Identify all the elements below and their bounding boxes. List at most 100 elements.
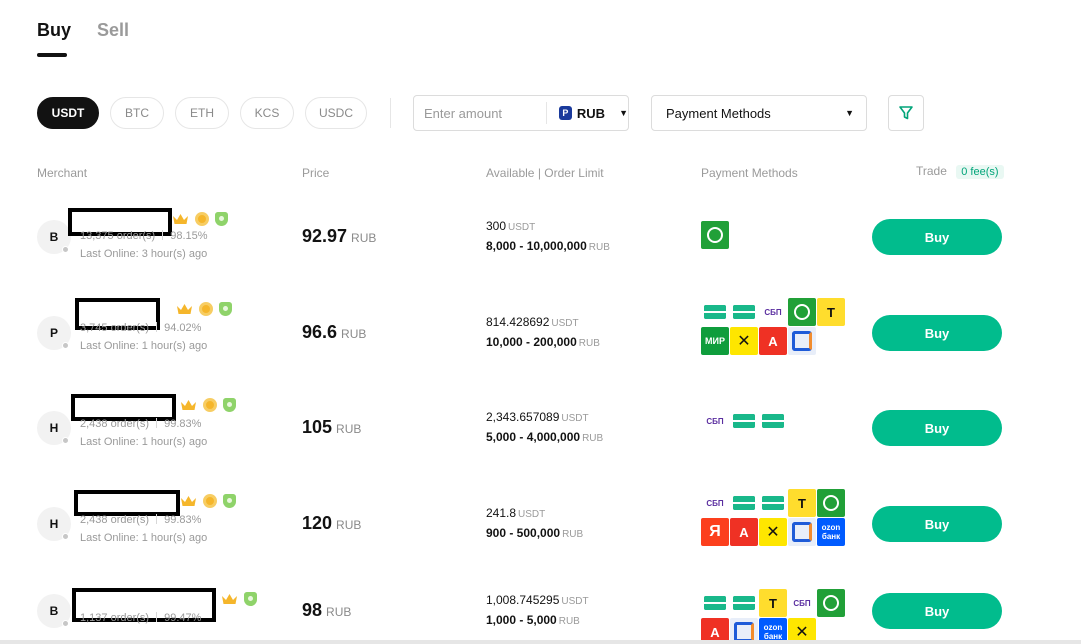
order-limit: 10,000 - 200,000 RUB xyxy=(486,335,600,349)
avatar-initial: P xyxy=(49,326,58,340)
price-currency: RUB xyxy=(351,231,377,245)
crown-icon xyxy=(222,594,237,604)
available-unit: USDT xyxy=(508,222,536,233)
merchant-avatar[interactable]: B xyxy=(37,220,71,254)
tab-buy[interactable]: Buy xyxy=(37,20,71,58)
price: 105 RUB xyxy=(302,417,361,438)
currency-dropdown-icon[interactable]: ▼ xyxy=(619,108,628,118)
price-value: 105 xyxy=(302,417,333,437)
last-online: Last Online: 1 hour(s) ago xyxy=(80,532,208,544)
avatar-initial: H xyxy=(49,517,59,531)
available-value: 1,008.745295 xyxy=(486,593,560,607)
sbp-payment-icon: СБП xyxy=(706,416,724,426)
buy-button[interactable]: Buy xyxy=(872,410,1002,446)
tink-payment-icon: T xyxy=(817,298,845,326)
limit-unit: RUB xyxy=(578,338,600,349)
merchant-name-redacted[interactable] xyxy=(74,490,180,516)
card-payment-icon xyxy=(730,298,758,326)
limit-value: 10,000 - 200,000 xyxy=(486,335,577,349)
buy-button[interactable]: Buy xyxy=(872,219,1002,255)
ruble-icon: P xyxy=(558,106,572,120)
merchant-row: B 13,375 order(s) 98.15% Last Online: 3 h… xyxy=(0,190,1081,286)
currency-label: RUB xyxy=(576,105,606,121)
merchant-name-redacted[interactable] xyxy=(71,394,176,421)
merchant-badges xyxy=(176,302,232,316)
available-amount: 2,343.657089 USDT xyxy=(486,410,589,424)
coin-usdt-chip[interactable]: USDT xyxy=(37,97,99,129)
completion-rate: 99.47% xyxy=(164,612,202,624)
limit-value: 1,000 - 5,000 xyxy=(486,613,557,627)
limit-unit: RUB xyxy=(562,529,584,540)
merchant-row: P 3,745 order(s) 94.02% Last Online: 1 ho… xyxy=(0,286,1081,382)
online-status-dot xyxy=(62,620,69,627)
crown-icon xyxy=(177,304,192,314)
merchant-avatar[interactable]: H xyxy=(37,507,71,541)
order-count: 2,438 order(s) xyxy=(80,418,150,430)
limit-unit: RUB xyxy=(588,242,610,253)
payment-method-icons: СБП xyxy=(701,407,851,435)
tink-payment-icon: T xyxy=(759,589,787,617)
card-payment-icon xyxy=(701,589,729,617)
available-amount: 814.428692 USDT xyxy=(486,315,579,329)
payment-method-icons: СБП T Я А ✕ ozon банк xyxy=(701,489,851,546)
column-available: Available | Order Limit xyxy=(486,166,604,180)
gold-coin-icon xyxy=(203,494,217,508)
filter-button[interactable] xyxy=(888,95,924,131)
available-value: 300 xyxy=(486,219,507,233)
limit-unit: RUB xyxy=(582,433,604,444)
merchant-avatar[interactable]: P xyxy=(37,316,71,350)
order-limit: 1,000 - 5,000 RUB xyxy=(486,613,580,627)
price-currency: RUB xyxy=(326,605,352,619)
trade-side-tabs: Buy Sell xyxy=(37,20,129,58)
buy-button[interactable]: Buy xyxy=(872,506,1002,542)
tab-sell[interactable]: Sell xyxy=(97,20,129,58)
coin-kcs-chip[interactable]: KCS xyxy=(240,97,294,129)
sber-payment-icon xyxy=(701,221,729,249)
order-limit: 5,000 - 4,000,000 RUB xyxy=(486,430,603,444)
verified-shield-icon xyxy=(223,398,236,412)
merchant-avatar[interactable]: H xyxy=(37,411,71,445)
price-value: 120 xyxy=(302,513,333,533)
payment-methods-select[interactable]: Payment Methods ▼ xyxy=(651,95,867,131)
sbp-payment-icon: СБП xyxy=(764,307,782,317)
buy-button[interactable]: Buy xyxy=(872,593,1002,629)
merchant-badges xyxy=(221,592,257,606)
buy-button[interactable]: Buy xyxy=(872,315,1002,351)
coin-eth-chip[interactable]: ETH xyxy=(175,97,229,129)
completion-rate: 94.02% xyxy=(164,322,202,334)
merchant-avatar[interactable]: B xyxy=(37,594,71,628)
amount-input[interactable] xyxy=(424,105,536,121)
available-amount: 300 USDT xyxy=(486,219,535,233)
last-online: Last Online: 1 hour(s) ago xyxy=(80,340,208,352)
order-count: 1,137 order(s) xyxy=(80,612,150,624)
merchant-badges xyxy=(180,494,236,508)
merchant-stats: 2,438 order(s) 99.83% xyxy=(80,418,201,430)
payment-method-icons xyxy=(701,221,851,249)
sber-payment-icon xyxy=(817,489,845,517)
coin-btc-chip[interactable]: BTC xyxy=(110,97,164,129)
order-count: 13,375 order(s) xyxy=(80,230,156,242)
amount-divider xyxy=(546,102,547,124)
order-count: 2,438 order(s) xyxy=(80,514,150,526)
available-amount: 1,008.745295 USDT xyxy=(486,593,589,607)
limit-value: 900 - 500,000 xyxy=(486,526,561,540)
available-unit: USDT xyxy=(551,318,579,329)
limit-unit: RUB xyxy=(558,616,580,627)
payment-method-icons: T СБП Аozon банк ✕ xyxy=(701,589,851,644)
merchant-stats: 2,438 order(s) 99.83% xyxy=(80,514,201,526)
column-trade: Trade 0 fee(s) xyxy=(916,164,1004,179)
avatar-initial: B xyxy=(49,604,59,618)
order-limit: 8,000 - 10,000,000 RUB xyxy=(486,239,610,253)
online-status-dot xyxy=(62,246,69,253)
coin-usdc-chip[interactable]: USDC xyxy=(305,97,367,129)
available-value: 241.8 xyxy=(486,506,517,520)
filter-toolbar: USDT BTC ETH KCS USDC P RUB ▼ Payment Me… xyxy=(37,95,937,131)
merchant-stats: 1,137 order(s) 99.47% xyxy=(80,612,201,624)
page-bottom-border xyxy=(0,640,1081,644)
limit-value: 5,000 - 4,000,000 xyxy=(486,430,581,444)
verified-shield-icon xyxy=(223,494,236,508)
fee-badge: 0 fee(s) xyxy=(956,165,1004,179)
price-value: 98 xyxy=(302,600,323,620)
yandex-payment-icon: Я xyxy=(701,518,729,546)
sber-payment-icon xyxy=(788,298,816,326)
